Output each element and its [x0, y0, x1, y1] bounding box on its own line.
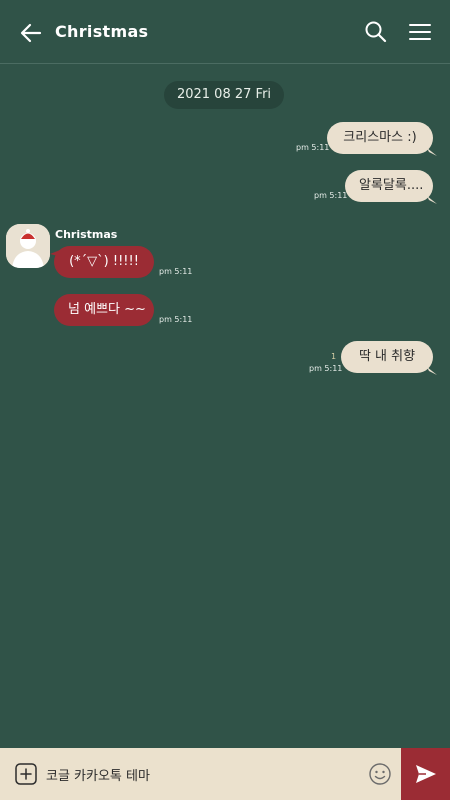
menu-icon: [409, 24, 431, 40]
emoji-button[interactable]: [368, 762, 392, 786]
message-input-bar: [0, 748, 450, 800]
plus-icon: [15, 763, 37, 785]
bubble-tail: [427, 148, 437, 156]
message-time: pm 5:11: [314, 191, 348, 200]
chat-header: Christmas: [0, 0, 450, 64]
message-bubble-outgoing[interactable]: 딱 내 취향: [341, 341, 433, 373]
message-input[interactable]: [46, 761, 351, 787]
chat-title: Christmas: [55, 22, 149, 41]
message-time: pm 5:11: [296, 143, 330, 152]
message-time: pm 5:11: [309, 364, 343, 373]
emoji-icon: [369, 763, 391, 785]
message-bubble-outgoing[interactable]: 알록달록....: [345, 170, 433, 202]
search-icon: [365, 21, 387, 43]
message-time: pm 5:11: [159, 315, 193, 324]
avatar[interactable]: [6, 224, 50, 268]
date-divider: 2021 08 27 Fri: [164, 81, 284, 109]
back-button[interactable]: [16, 18, 46, 48]
bubble-tail: [427, 367, 437, 375]
send-button[interactable]: [401, 748, 450, 800]
santa-profile-icon: [6, 224, 50, 268]
message-bubble-incoming[interactable]: (*´▽`) !!!!!: [54, 246, 154, 278]
sender-name: Christmas: [55, 228, 118, 241]
attach-button[interactable]: [14, 762, 38, 786]
menu-button[interactable]: [406, 18, 434, 46]
back-arrow-icon: [20, 23, 42, 43]
bubble-tail: [427, 196, 437, 204]
search-button[interactable]: [362, 18, 390, 46]
message-bubble-incoming[interactable]: 넘 예쁘다 ~~: [54, 294, 154, 326]
message-bubble-outgoing[interactable]: 크리스마스 :): [327, 122, 433, 154]
unread-count: 1: [331, 352, 337, 361]
message-time: pm 5:11: [159, 267, 193, 276]
send-icon: [416, 765, 436, 783]
